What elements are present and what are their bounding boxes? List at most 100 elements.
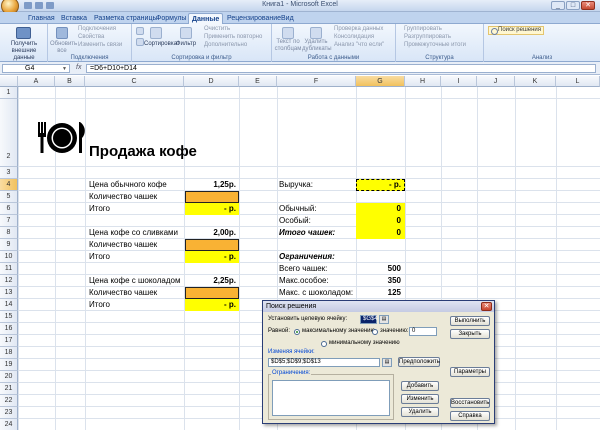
- cell-label[interactable]: Цена обычного кофе: [89, 180, 167, 189]
- row-header[interactable]: 2: [0, 99, 18, 167]
- subtotal-item[interactable]: Промежуточные итоги: [404, 42, 466, 48]
- row-header[interactable]: 24: [0, 419, 18, 430]
- fx-icon[interactable]: fx: [76, 64, 81, 71]
- reset-all-button[interactable]: Восстановить: [450, 398, 490, 408]
- tab-home[interactable]: Главная: [28, 13, 55, 24]
- cell-label[interactable]: Количество чашек: [89, 288, 157, 297]
- guess-button[interactable]: Предположить: [398, 357, 440, 367]
- changing-cells-input[interactable]: $D$5;$D$9;$D$13: [268, 358, 380, 367]
- tab-page-layout[interactable]: Разметка страницы: [94, 13, 158, 24]
- cell-label[interactable]: Цена кофе с шоколадом: [89, 276, 180, 285]
- properties-item[interactable]: Свойства: [78, 34, 104, 40]
- reapply-item[interactable]: Применить повторно: [204, 34, 262, 40]
- sort-button[interactable]: Сортировка: [144, 41, 177, 48]
- constraints-list[interactable]: [272, 380, 390, 416]
- constraints-title[interactable]: Ограничения:: [279, 252, 335, 261]
- row-header[interactable]: 20: [0, 371, 18, 383]
- cell-label[interactable]: Итого: [89, 252, 110, 261]
- group-item[interactable]: Группировать: [404, 26, 442, 32]
- row-header[interactable]: 14: [0, 299, 18, 311]
- count-label[interactable]: Особый:: [279, 216, 311, 225]
- constraint-label[interactable]: Макс. с шоколадом:: [279, 288, 353, 297]
- row-header[interactable]: 5: [0, 191, 18, 203]
- row-header[interactable]: 1: [0, 87, 18, 99]
- changing-ref-button[interactable]: ▤: [382, 358, 392, 367]
- max-radio[interactable]: [294, 329, 300, 335]
- value-input[interactable]: 0: [409, 327, 437, 336]
- cell-label[interactable]: Итого: [89, 300, 110, 309]
- value-radio-label[interactable]: значению:: [380, 328, 409, 334]
- row-header[interactable]: 9: [0, 239, 18, 251]
- cell-label[interactable]: Количество чашек: [89, 192, 157, 201]
- min-radio[interactable]: [321, 341, 327, 347]
- row-header[interactable]: 15: [0, 311, 18, 323]
- constraint-value[interactable]: 500: [357, 264, 401, 273]
- add-button[interactable]: Добавить: [401, 381, 439, 391]
- cell-price[interactable]: 2,00р.: [186, 228, 236, 237]
- column-header[interactable]: A: [18, 76, 55, 87]
- remove-duplicates-button[interactable]: Удалить дубликаты: [302, 39, 332, 53]
- help-button[interactable]: Справка: [450, 411, 490, 421]
- column-header[interactable]: E: [239, 76, 277, 87]
- row-header[interactable]: 23: [0, 407, 18, 419]
- cell-label[interactable]: Итого: [89, 204, 110, 213]
- text-to-columns-button[interactable]: Текст по столбцам: [274, 39, 302, 53]
- row-header[interactable]: 22: [0, 395, 18, 407]
- cell-price[interactable]: 2,25р.: [186, 276, 236, 285]
- cell-label[interactable]: Цена кофе со сливками: [89, 228, 178, 237]
- column-header[interactable]: K: [515, 76, 556, 87]
- column-header[interactable]: J: [477, 76, 515, 87]
- constraint-value[interactable]: 350: [357, 276, 401, 285]
- row-header[interactable]: 19: [0, 359, 18, 371]
- target-ref-button[interactable]: ▤: [379, 315, 389, 324]
- formula-input[interactable]: =D6+D10+D14: [86, 64, 596, 73]
- name-box[interactable]: G4 ▼: [2, 64, 70, 73]
- close-icon[interactable]: ✕: [481, 302, 492, 311]
- min-radio-label[interactable]: минимальному значению: [329, 340, 400, 346]
- cell-price[interactable]: 1,25р.: [186, 180, 236, 189]
- close-button[interactable]: Закрыть: [450, 329, 490, 339]
- sort-za-icon[interactable]: [136, 38, 144, 46]
- close-window-button[interactable]: ✕: [581, 1, 595, 10]
- input-cell-d9[interactable]: [185, 239, 239, 251]
- clear-item[interactable]: Очистить: [204, 26, 230, 32]
- row-header[interactable]: 4: [0, 179, 18, 191]
- delete-button[interactable]: Удалить: [401, 407, 439, 417]
- count-label[interactable]: Обычный:: [279, 204, 317, 213]
- options-button[interactable]: Параметры: [450, 367, 490, 377]
- value-radio[interactable]: [372, 329, 378, 335]
- chevron-down-icon[interactable]: ▼: [62, 66, 67, 73]
- row-header[interactable]: 6: [0, 203, 18, 215]
- maximize-button[interactable]: □: [566, 1, 580, 10]
- tab-view[interactable]: Вид: [281, 13, 294, 24]
- filter-button[interactable]: Фильтр: [174, 41, 198, 48]
- row-header[interactable]: 13: [0, 287, 18, 299]
- constraint-label[interactable]: Всего чашек:: [279, 264, 327, 273]
- column-header[interactable]: F: [277, 76, 356, 87]
- select-all-corner[interactable]: [0, 76, 18, 87]
- tab-data[interactable]: Данные: [188, 13, 224, 24]
- constraint-label[interactable]: Макс.особое:: [279, 276, 329, 285]
- ungroup-item[interactable]: Разгруппировать: [404, 34, 451, 40]
- constraint-value[interactable]: 125: [357, 288, 401, 297]
- advanced-item[interactable]: Дополнительно: [204, 42, 247, 48]
- column-header[interactable]: B: [55, 76, 85, 87]
- max-radio-label[interactable]: максимальному значению: [302, 328, 375, 334]
- row-header[interactable]: 17: [0, 335, 18, 347]
- tab-review[interactable]: Рецензирование: [227, 13, 281, 24]
- change-button[interactable]: Изменить: [401, 394, 439, 404]
- tab-formulas[interactable]: Формулы: [156, 13, 186, 24]
- row-header[interactable]: 7: [0, 215, 18, 227]
- revenue-label[interactable]: Выручка:: [279, 180, 313, 189]
- row-header[interactable]: 3: [0, 167, 18, 179]
- row-header[interactable]: 11: [0, 263, 18, 275]
- what-if-item[interactable]: Анализ "что если": [334, 42, 384, 48]
- row-header[interactable]: 18: [0, 347, 18, 359]
- row-header[interactable]: 16: [0, 323, 18, 335]
- minimize-button[interactable]: _: [551, 1, 565, 10]
- row-header[interactable]: 10: [0, 251, 18, 263]
- tab-insert[interactable]: Вставка: [61, 13, 87, 24]
- consolidate-item[interactable]: Консолидация: [334, 34, 374, 40]
- data-validation-item[interactable]: Проверка данных: [334, 26, 383, 32]
- target-cell-input[interactable]: $G$4: [360, 315, 378, 324]
